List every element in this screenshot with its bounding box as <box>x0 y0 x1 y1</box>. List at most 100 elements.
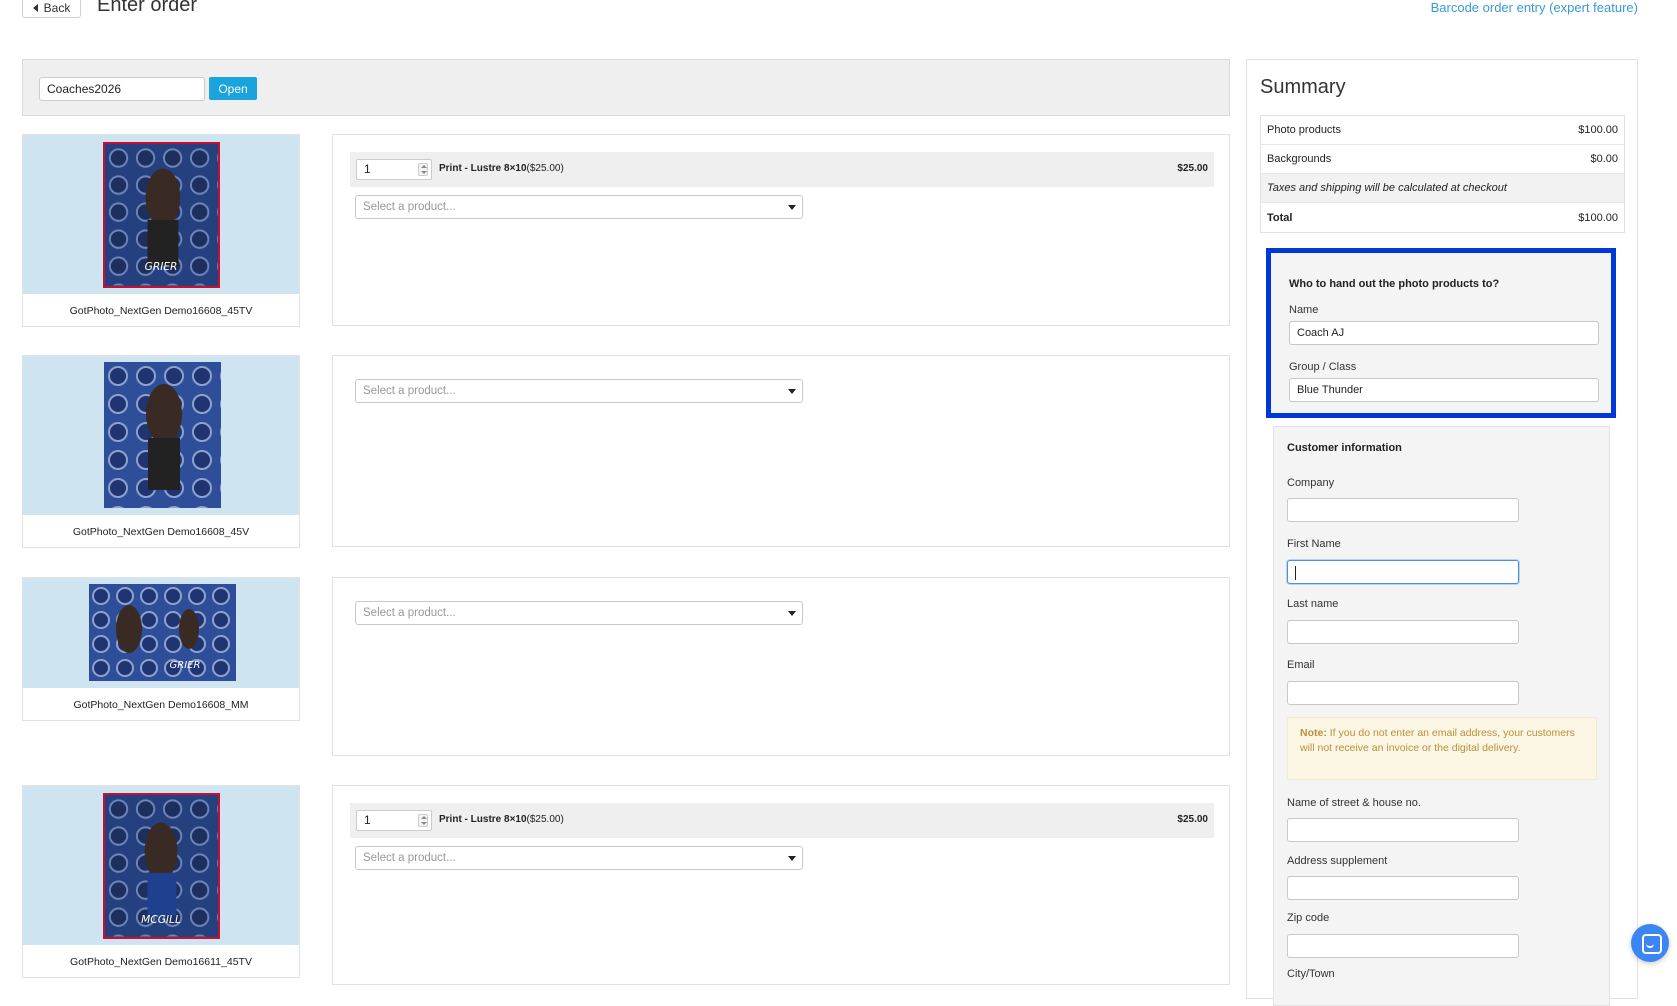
quantity-stepper[interactable]: 1 <box>356 159 432 180</box>
photo-thumbnail-image: GRIER <box>105 144 218 286</box>
quantity-value: 1 <box>364 813 371 827</box>
product-select[interactable]: Select a product... <box>355 601 803 625</box>
product-name: Print - Lustre 8×10 <box>439 163 527 174</box>
summary-tax-note: Taxes and shipping will be calculated at… <box>1261 174 1624 203</box>
quantity-value: 1 <box>364 162 371 176</box>
barcode-order-entry-link[interactable]: Barcode order entry (expert feature) <box>1431 0 1638 15</box>
total-label: Total <box>1267 211 1293 224</box>
customer-information-panel: Customer information Company First Name … <box>1273 426 1610 1006</box>
email-note: Note: If you do not enter an email addre… <box>1287 717 1597 780</box>
handout-recipient-box: Who to hand out the photo products to? N… <box>1266 248 1616 418</box>
photo-caption: GotPhoto_NextGen Demo16608_45V <box>72 526 250 538</box>
access-code-bar: Open <box>22 59 1230 116</box>
chevron-down-icon <box>788 205 796 210</box>
photo-card[interactable]: GRIER GotPhoto_NextGen Demo16608_45TV <box>22 134 300 327</box>
chevron-down-icon <box>788 856 796 861</box>
photo-thumbnail[interactable]: MCGILL <box>103 793 220 939</box>
customer-info-title: Customer information <box>1287 442 1402 454</box>
summary-row-value: $0.00 <box>1590 153 1618 165</box>
photo-thumbnail[interactable] <box>104 362 221 508</box>
order-line-item: 1 Print - Lustre 8×10($25.00) $25.00 <box>350 152 1214 187</box>
product-select[interactable]: Select a product... <box>355 846 803 870</box>
recipient-name-input[interactable]: Coach AJ <box>1289 321 1599 345</box>
email-input[interactable] <box>1287 681 1519 705</box>
name-label: Name <box>1289 304 1319 316</box>
order-line-item: 1 Print - Lustre 8×10($25.00) $25.00 <box>350 803 1214 838</box>
access-code-input[interactable] <box>39 77 205 101</box>
handout-title: Who to hand out the photo products to? <box>1289 278 1500 290</box>
product-name: Print - Lustre 8×10 <box>439 814 527 825</box>
open-button[interactable]: Open <box>209 77 257 100</box>
order-panel: Select a product... <box>332 355 1230 547</box>
city-label: City/Town <box>1287 968 1335 980</box>
summary-title: Summary <box>1260 76 1346 98</box>
photo-thumbnail-image: MCGILL <box>105 795 218 937</box>
total-value: $100.00 <box>1578 211 1618 224</box>
line-item-name: Print - Lustre 8×10($25.00) <box>439 814 564 825</box>
svg-text:MCGILL: MCGILL <box>141 913 181 926</box>
summary-row-label: Photo products <box>1267 124 1341 136</box>
summary-row-value: $100.00 <box>1578 124 1618 136</box>
zip-code-input[interactable] <box>1287 934 1519 958</box>
quantity-stepper[interactable]: 1 <box>356 810 432 831</box>
line-item-price: $25.00 <box>1177 814 1208 825</box>
line-item-price: $25.00 <box>1177 163 1208 174</box>
company-label: Company <box>1287 477 1335 489</box>
line-item-name: Print - Lustre 8×10($25.00) <box>439 163 564 174</box>
product-select-placeholder: Select a product... <box>363 385 456 397</box>
address-supplement-input[interactable] <box>1287 876 1519 900</box>
product-unit-price: ($25.00) <box>526 163 564 174</box>
photo-caption: GotPhoto_NextGen Demo16608_MM <box>73 699 249 711</box>
first-name-input[interactable] <box>1287 560 1519 584</box>
photo-area: GRIER <box>23 578 299 688</box>
photo-area <box>23 356 299 515</box>
photo-card[interactable]: GRIER GotPhoto_NextGen Demo16608_MM <box>22 577 300 721</box>
street-input[interactable] <box>1287 818 1519 842</box>
chevron-down-icon <box>788 389 796 394</box>
caret-left-icon <box>32 4 38 12</box>
street-label: Name of street & house no. <box>1287 797 1421 809</box>
back-label: Back <box>43 1 71 15</box>
first-name-label: First Name <box>1287 538 1341 550</box>
chat-icon[interactable] <box>1631 924 1669 962</box>
photo-thumbnail-image <box>104 362 221 508</box>
tax-note-text: Taxes and shipping will be calculated at… <box>1267 182 1507 194</box>
order-panel: 1 Print - Lustre 8×10($25.00) $25.00 Sel… <box>332 134 1230 326</box>
back-button[interactable]: Back <box>22 0 81 18</box>
product-select-placeholder: Select a product... <box>363 607 456 619</box>
group-class-label: Group / Class <box>1289 361 1357 373</box>
last-name-label: Last name <box>1287 598 1339 610</box>
chevron-down-icon <box>788 611 796 616</box>
photo-caption: GotPhoto_NextGen Demo16608_45TV <box>69 305 253 317</box>
photo-thumbnail[interactable]: GRIER <box>103 142 220 288</box>
order-panel: 1 Print - Lustre 8×10($25.00) $25.00 Sel… <box>332 785 1230 985</box>
note-text: If you do not enter an email address, yo… <box>1300 727 1575 754</box>
product-select-placeholder: Select a product... <box>363 852 456 864</box>
product-select[interactable]: Select a product... <box>355 195 803 219</box>
address-supplement-label: Address supplement <box>1287 855 1388 867</box>
photo-caption: GotPhoto_NextGen Demo16611_45TV <box>70 956 252 968</box>
summary-table: Photo products $100.00 Backgrounds $0.00… <box>1260 115 1625 233</box>
product-select[interactable]: Select a product... <box>355 379 803 403</box>
spinner-icon[interactable] <box>418 163 428 176</box>
photo-thumbnail[interactable]: GRIER <box>89 584 236 681</box>
photo-thumbnail-image: GRIER <box>89 584 236 681</box>
company-input[interactable] <box>1287 498 1519 522</box>
product-unit-price: ($25.00) <box>526 814 564 825</box>
note-prefix: Note: <box>1300 727 1327 739</box>
last-name-input[interactable] <box>1287 620 1519 644</box>
spinner-icon[interactable] <box>418 814 428 827</box>
summary-row-photo-products: Photo products $100.00 <box>1261 116 1624 145</box>
photo-card[interactable]: MCGILL GotPhoto_NextGen Demo16611_45TV <box>22 785 300 978</box>
svg-text:GRIER: GRIER <box>145 260 178 273</box>
svg-text:GRIER: GRIER <box>170 660 201 671</box>
photo-area: MCGILL <box>23 786 299 945</box>
zip-code-label: Zip code <box>1287 912 1330 924</box>
photo-card[interactable]: GotPhoto_NextGen Demo16608_45V <box>22 355 300 548</box>
page-title: Enter order <box>97 0 198 16</box>
group-class-input[interactable]: Blue Thunder <box>1289 378 1599 402</box>
email-label: Email <box>1287 659 1315 671</box>
summary-row-backgrounds: Backgrounds $0.00 <box>1261 145 1624 174</box>
summary-row-label: Backgrounds <box>1267 153 1332 165</box>
product-select-placeholder: Select a product... <box>363 201 456 213</box>
